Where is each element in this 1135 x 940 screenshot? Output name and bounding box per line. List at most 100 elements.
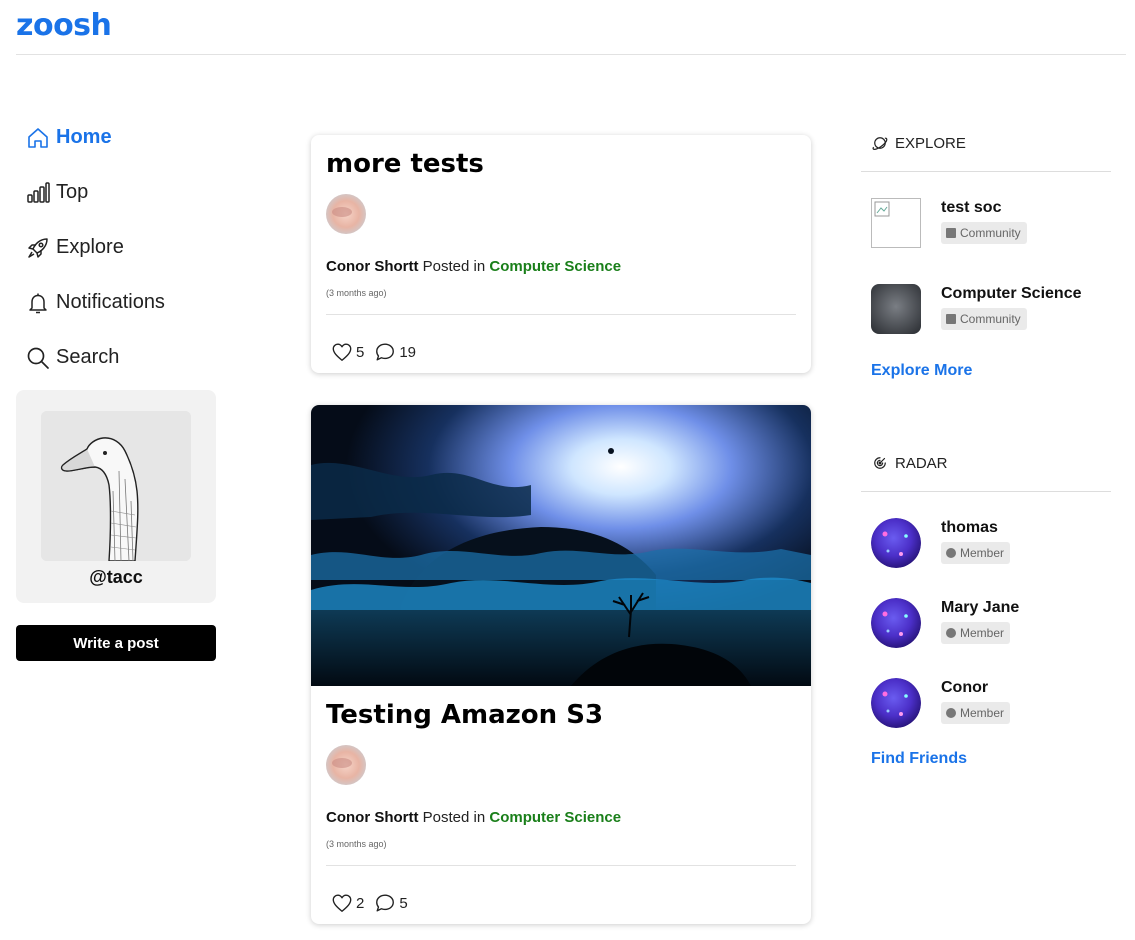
comment-button[interactable]: 5 xyxy=(374,892,408,914)
author-avatar-image xyxy=(326,745,366,785)
like-button[interactable]: 5 xyxy=(331,341,364,363)
post-author[interactable]: Conor Shortt xyxy=(326,809,418,826)
posted-in-label: Posted in xyxy=(422,258,486,275)
post-actions: 5 19 xyxy=(331,341,426,363)
left-navigation: Home Top Explore Notifications Search xyxy=(16,110,216,385)
post-divider xyxy=(326,314,796,315)
rocket-icon xyxy=(28,237,48,258)
explore-item[interactable]: test soc Community xyxy=(861,198,1111,250)
radar-item[interactable]: thomas Member xyxy=(861,518,1111,570)
member-name[interactable]: thomas xyxy=(941,519,1101,537)
author-avatar-image xyxy=(326,194,366,234)
member-badge-icon xyxy=(946,708,956,718)
nav-item-notifications[interactable]: Notifications xyxy=(16,275,216,330)
write-post-button[interactable]: Write a post xyxy=(16,625,216,661)
radar-panel: RADAR thomas Member Mary Jane Member Con… xyxy=(861,435,1111,775)
post-card[interactable]: Testing Amazon S3 Conor Shortt Posted in… xyxy=(311,405,811,924)
member-badge-label: Member xyxy=(960,626,1005,640)
community-badge: Community xyxy=(941,222,1027,244)
comment-count: 5 xyxy=(399,894,408,912)
community-badge: Community xyxy=(941,308,1027,330)
radar-item[interactable]: Mary Jane Member xyxy=(861,598,1111,650)
bell-icon xyxy=(29,293,47,313)
post-community[interactable]: Computer Science xyxy=(489,258,621,275)
member-avatar-image xyxy=(871,598,921,648)
member-avatar xyxy=(871,678,921,728)
author-avatar[interactable] xyxy=(326,194,366,234)
community-badge-label: Community xyxy=(960,226,1021,240)
community-thumbnail xyxy=(871,198,921,248)
planet-icon xyxy=(872,137,888,150)
profile-handle[interactable]: @tacc xyxy=(16,567,216,588)
member-avatar xyxy=(871,598,921,648)
heart-icon xyxy=(332,894,352,912)
member-avatar xyxy=(871,518,921,568)
explore-heading-label: EXPLORE xyxy=(895,134,966,152)
nav-label-notifications: Notifications xyxy=(56,291,165,313)
member-badge: Member xyxy=(941,542,1011,564)
nav-label-search: Search xyxy=(56,346,120,368)
like-button[interactable]: 2 xyxy=(331,892,364,914)
posted-in-label: Posted in xyxy=(422,809,486,826)
post-timestamp: (3 months ago) xyxy=(326,288,387,298)
post-meta: Conor Shortt Posted in Computer Science xyxy=(326,809,621,826)
community-thumbnail xyxy=(871,284,921,334)
top-bar: zoosh xyxy=(16,0,1126,55)
member-badge-icon xyxy=(946,628,956,638)
comment-icon xyxy=(376,343,395,361)
nav-item-explore[interactable]: Explore xyxy=(16,220,216,275)
like-count: 2 xyxy=(356,894,365,912)
nav-label-home: Home xyxy=(56,126,112,148)
like-count: 5 xyxy=(356,343,365,361)
nav-item-top[interactable]: Top xyxy=(16,165,216,220)
post-image[interactable] xyxy=(311,405,811,686)
goose-avatar-image xyxy=(41,411,191,561)
explore-item[interactable]: Computer Science Community xyxy=(861,284,1111,336)
search-icon xyxy=(27,347,49,369)
post-title[interactable]: Testing Amazon S3 xyxy=(326,700,603,730)
post-title[interactable]: more tests xyxy=(326,149,484,179)
nav-label-explore: Explore xyxy=(56,236,124,258)
member-badge: Member xyxy=(941,622,1011,644)
bar-chart-icon xyxy=(27,181,50,203)
author-avatar[interactable] xyxy=(326,745,366,785)
member-name[interactable]: Mary Jane xyxy=(941,599,1101,617)
member-badge-label: Member xyxy=(960,546,1005,560)
member-name[interactable]: Conor xyxy=(941,679,1101,697)
community-badge-icon xyxy=(946,228,956,238)
community-badge-icon xyxy=(946,314,956,324)
post-card[interactable]: more tests Conor Shortt Posted in Comput… xyxy=(311,135,811,373)
heart-icon xyxy=(332,343,352,361)
explore-heading: EXPLORE xyxy=(861,115,1111,172)
post-community[interactable]: Computer Science xyxy=(489,809,621,826)
community-thumbnail-image xyxy=(871,284,921,334)
member-avatar-image xyxy=(871,518,921,568)
comment-count: 19 xyxy=(399,343,417,361)
member-badge-label: Member xyxy=(960,706,1005,720)
find-friends-link[interactable]: Find Friends xyxy=(871,750,967,768)
post-actions: 2 5 xyxy=(331,892,418,914)
post-author[interactable]: Conor Shortt xyxy=(326,258,418,275)
post-meta: Conor Shortt Posted in Computer Science xyxy=(326,258,621,275)
post-divider xyxy=(326,865,796,866)
member-badge-icon xyxy=(946,548,956,558)
community-name[interactable]: test soc xyxy=(941,199,1101,217)
profile-card[interactable]: @tacc xyxy=(16,390,216,603)
nav-item-search[interactable]: Search xyxy=(16,330,216,385)
post-timestamp: (3 months ago) xyxy=(326,839,387,849)
explore-more-link[interactable]: Explore More xyxy=(871,362,972,380)
radar-heading: RADAR xyxy=(861,435,1111,492)
nav-item-home[interactable]: Home xyxy=(16,110,216,165)
app-logo[interactable]: zoosh xyxy=(16,8,112,43)
profile-avatar xyxy=(41,411,191,561)
home-icon xyxy=(28,127,48,148)
member-badge: Member xyxy=(941,702,1011,724)
radar-icon xyxy=(874,457,886,469)
community-name[interactable]: Computer Science xyxy=(941,285,1101,303)
comment-button[interactable]: 19 xyxy=(374,341,416,363)
community-badge-label: Community xyxy=(960,312,1021,326)
radar-item[interactable]: Conor Member xyxy=(861,678,1111,730)
nav-label-top: Top xyxy=(56,181,89,203)
radar-heading-label: RADAR xyxy=(895,454,948,472)
comment-icon xyxy=(376,894,395,912)
